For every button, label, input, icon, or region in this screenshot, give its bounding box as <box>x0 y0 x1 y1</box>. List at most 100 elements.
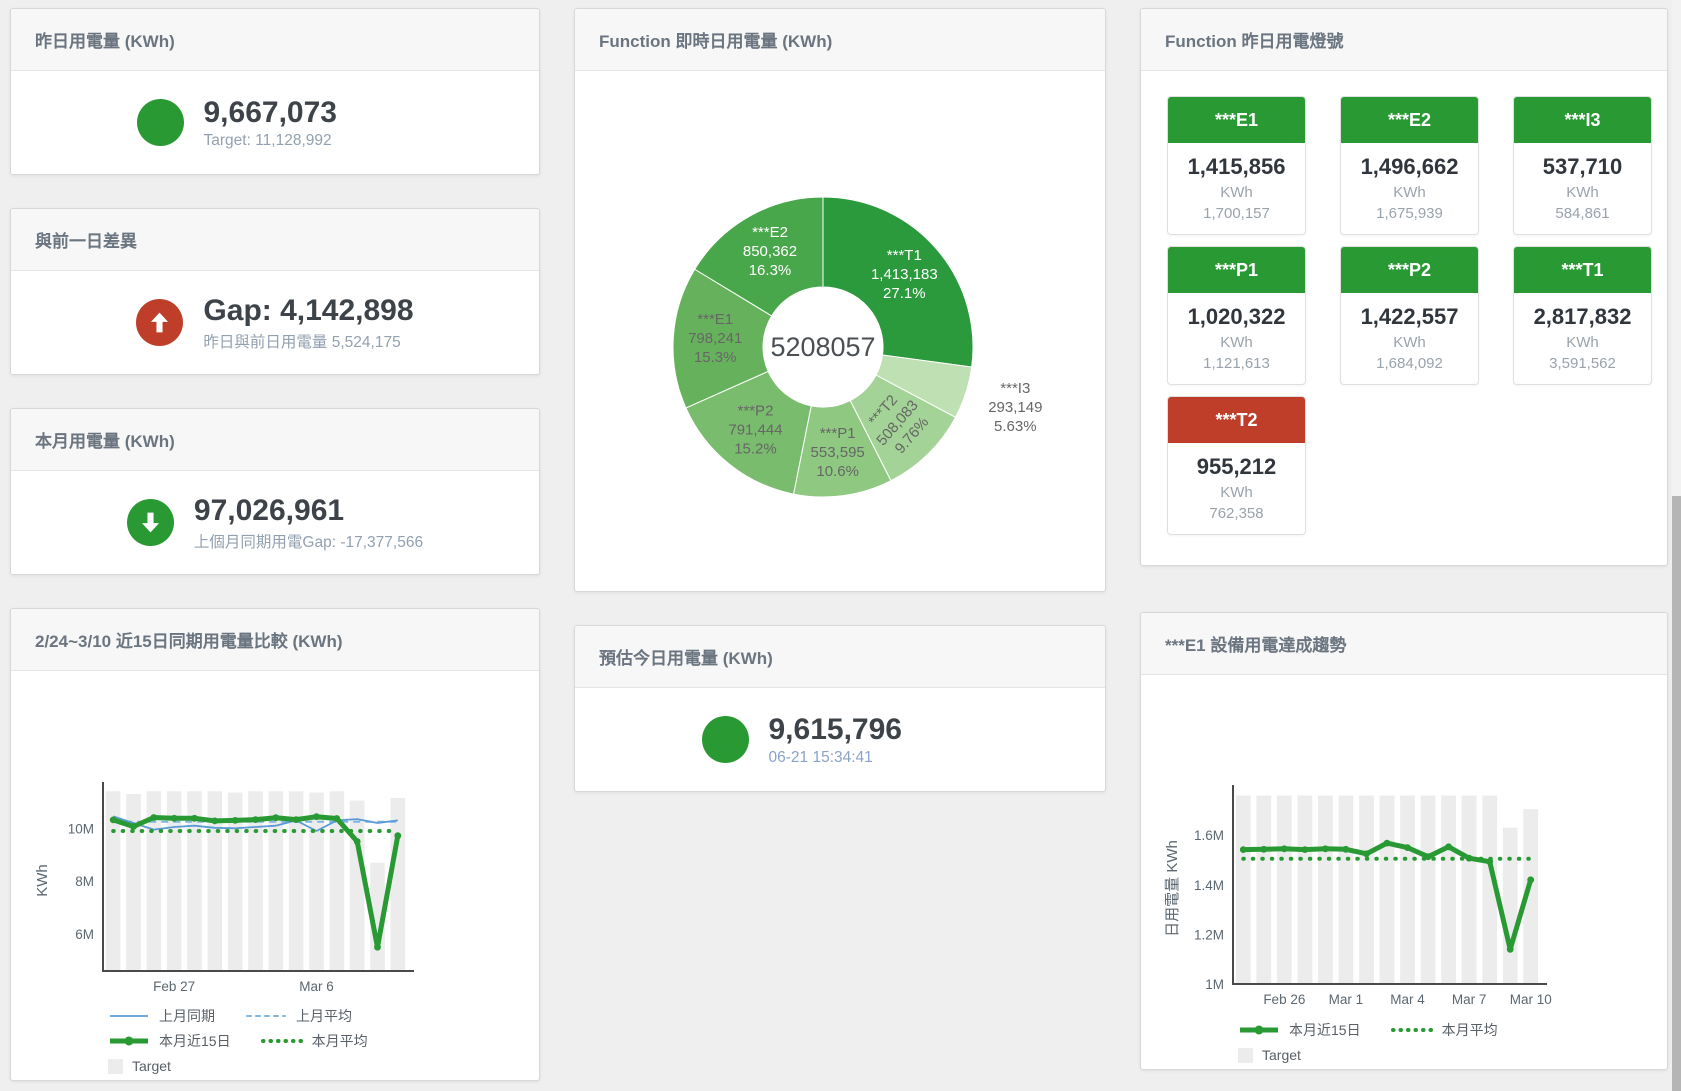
panel-title[interactable]: 昨日用電量 (KWh) <box>11 9 539 71</box>
right-column: Function 昨日用電燈號 ***E11,415,856KWh1,700,1… <box>1140 8 1668 1081</box>
panel-title[interactable]: 預估今日用電量 (KWh) <box>575 626 1105 688</box>
y-tick-label: 1M <box>1205 977 1224 992</box>
panel-light-board: Function 昨日用電燈號 ***E11,415,856KWh1,700,1… <box>1140 8 1668 566</box>
series-marker <box>354 838 361 845</box>
legend-line-swatch <box>108 1035 150 1047</box>
x-tick-label: Mar 1 <box>1329 992 1364 1007</box>
y-tick-label: 10M <box>68 821 94 836</box>
tile-value: 1,020,322 <box>1168 304 1305 330</box>
middle-column: Function 即時日用電量 (KWh) ***T11,413,18327.1… <box>574 8 1106 1081</box>
legend-item[interactable]: 本月近15日 <box>1238 1020 1361 1040</box>
y-tick-label: 1.4M <box>1194 878 1224 893</box>
tile-body: 1,415,856KWh1,700,157 <box>1168 143 1305 234</box>
legend-item[interactable]: 上月同期 <box>108 1006 215 1026</box>
stat-subtitle: Target: 11,128,992 <box>204 132 414 150</box>
x-tick-label: Mar 10 <box>1510 992 1552 1007</box>
tile-status-header: ***P2 <box>1341 247 1478 293</box>
tile-target-value: 584,861 <box>1514 205 1651 222</box>
x-tick-label: Mar 4 <box>1390 992 1425 1007</box>
target-bar <box>1256 796 1271 985</box>
series-marker <box>374 944 381 951</box>
panel-title[interactable]: Function 昨日用電燈號 <box>1141 9 1667 71</box>
series-marker <box>1363 850 1370 857</box>
legend-line-swatch <box>108 1010 150 1022</box>
y-tick-label: 8M <box>75 874 94 889</box>
x-tick-label: Mar 7 <box>1452 992 1487 1007</box>
device-tile: ***P11,020,322KWh1,121,613 <box>1167 246 1306 385</box>
panel-realtime-donut: Function 即時日用電量 (KWh) ***T11,413,18327.1… <box>574 8 1106 592</box>
scrollbar-thumb[interactable] <box>1672 496 1681 1091</box>
legend-item[interactable]: 上月平均 <box>245 1006 352 1026</box>
series-marker <box>1404 844 1411 851</box>
panel-title[interactable]: 本月用電量 (KWh) <box>11 409 539 471</box>
tile-unit: KWh <box>1168 184 1305 201</box>
series-marker <box>171 815 178 822</box>
tile-unit: KWh <box>1168 484 1305 501</box>
legend-item[interactable]: 本月平均 <box>261 1031 368 1051</box>
legend-label: Target <box>132 1058 171 1074</box>
tile-target-value: 1,675,939 <box>1341 205 1478 222</box>
panel-title[interactable]: 2/24~3/10 近15日同期用電量比較 (KWh) <box>11 609 539 671</box>
trend-chart-legend: 本月近15日 本月平均 Target <box>1238 1019 1667 1066</box>
series-marker <box>1486 858 1493 865</box>
y-tick-label: 1.2M <box>1194 927 1224 942</box>
target-bar <box>1421 796 1436 985</box>
panel-title[interactable]: ***E1 設備用電達成趨勢 <box>1141 613 1667 675</box>
series-marker <box>1260 846 1267 853</box>
stat-timestamp: 06-21 15:34:41 <box>769 749 979 767</box>
target-bar <box>350 801 365 971</box>
legend-line-swatch <box>1238 1024 1280 1036</box>
series-marker <box>313 813 320 820</box>
series-marker <box>232 817 239 824</box>
trend-chart-body: 1M1.2M1.4M1.6MFeb 26Mar 1Mar 4Mar 7Mar 1… <box>1141 675 1667 1066</box>
tile-target-value: 762,358 <box>1168 505 1305 522</box>
y-axis-label: 日用電量 KWh <box>1164 840 1181 937</box>
target-bar <box>1339 796 1354 985</box>
tile-status-header: ***T2 <box>1168 397 1305 443</box>
series-marker <box>293 816 300 823</box>
tile-value: 1,415,856 <box>1168 154 1305 180</box>
trend-line-chart: 1M1.2M1.4M1.6MFeb 26Mar 1Mar 4Mar 7Mar 1… <box>1141 675 1667 1015</box>
series-marker <box>1384 840 1391 847</box>
tile-body: 2,817,832KWh3,591,562 <box>1514 293 1651 384</box>
legend-item[interactable]: 本月平均 <box>1391 1020 1498 1040</box>
panel-yesterday-usage: 昨日用電量 (KWh) 9,667,073 Target: 11,128,992 <box>10 8 540 175</box>
panel-month-usage: 本月用電量 (KWh) 97,026,961 上個月同期用電Gap: -17,3… <box>10 408 540 575</box>
x-tick-label: Feb 27 <box>153 979 195 994</box>
y-tick-label: 1.6M <box>1194 828 1224 843</box>
series-marker <box>191 815 198 822</box>
target-bar <box>1380 796 1395 985</box>
tile-unit: KWh <box>1514 334 1651 351</box>
panel-title[interactable]: Function 即時日用電量 (KWh) <box>575 9 1105 71</box>
x-tick-label: Mar 6 <box>299 979 334 994</box>
tile-status-header: ***E2 <box>1341 97 1478 143</box>
tile-target-value: 3,591,562 <box>1514 355 1651 372</box>
tile-body: 537,710KWh584,861 <box>1514 143 1651 234</box>
legend-label: 本月近15日 <box>159 1031 231 1051</box>
stat-body: 97,026,961 上個月同期用電Gap: -17,377,566 <box>11 471 539 574</box>
legend-label: 本月平均 <box>312 1031 368 1051</box>
legend-item[interactable]: Target <box>1238 1047 1301 1063</box>
series-marker <box>252 816 259 823</box>
target-bar <box>1236 796 1251 985</box>
legend-line-swatch <box>1391 1024 1433 1036</box>
tile-status-header: ***T1 <box>1514 247 1651 293</box>
legend-item[interactable]: Target <box>108 1058 171 1074</box>
target-bar <box>1359 796 1374 985</box>
y-axis-label: KWh <box>34 864 51 897</box>
legend-item[interactable]: 本月近15日 <box>108 1031 231 1051</box>
left-column: 昨日用電量 (KWh) 9,667,073 Target: 11,128,992… <box>10 8 540 1081</box>
scrollbar-track[interactable] <box>1672 0 1681 1091</box>
dashboard: 昨日用電量 (KWh) 9,667,073 Target: 11,128,992… <box>0 0 1681 1081</box>
comparison-chart-body: 6M8M10MFeb 27Mar 6KWh 上月同期上月平均本月近15日本月平均… <box>11 671 539 1077</box>
series-marker <box>1466 855 1473 862</box>
target-bar <box>1277 796 1292 985</box>
panel-title[interactable]: 與前一日差異 <box>11 209 539 271</box>
tile-body: 1,020,322KWh1,121,613 <box>1168 293 1305 384</box>
series-marker <box>150 814 157 821</box>
stat-subtitle: 昨日與前日用電量 5,524,175 <box>203 330 413 352</box>
legend-label: 本月平均 <box>1442 1020 1498 1040</box>
tile-unit: KWh <box>1514 184 1651 201</box>
tile-status-header: ***E1 <box>1168 97 1305 143</box>
tile-target-value: 1,684,092 <box>1341 355 1478 372</box>
